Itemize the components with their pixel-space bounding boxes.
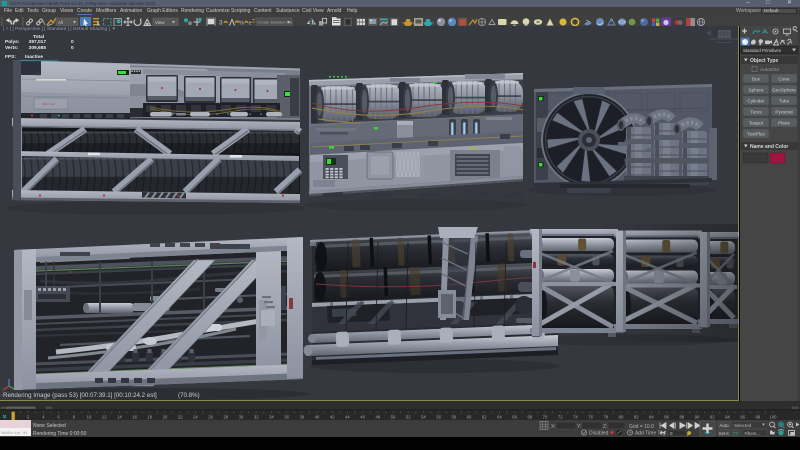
svg-text:92: 92 bbox=[710, 415, 715, 420]
svg-text:56: 56 bbox=[436, 415, 441, 420]
svg-text:88: 88 bbox=[679, 415, 684, 420]
svg-text:28: 28 bbox=[223, 415, 228, 420]
svg-text:50: 50 bbox=[391, 415, 396, 420]
svg-text:TextPlus: TextPlus bbox=[747, 132, 765, 137]
svg-text:62: 62 bbox=[482, 415, 487, 420]
svg-text:34: 34 bbox=[269, 415, 274, 420]
svg-text:74: 74 bbox=[573, 415, 578, 420]
svg-text:90: 90 bbox=[695, 415, 700, 420]
svg-text:MAXScript Mi: MAXScript Mi bbox=[2, 431, 28, 436]
svg-text:52: 52 bbox=[406, 415, 411, 420]
svg-text:Object Type: Object Type bbox=[750, 58, 778, 64]
svg-text:36: 36 bbox=[284, 415, 289, 420]
svg-text:20: 20 bbox=[163, 415, 168, 420]
svg-text:32: 32 bbox=[254, 415, 259, 420]
svg-text:AutoGrid: AutoGrid bbox=[760, 67, 779, 73]
svg-text:38: 38 bbox=[299, 415, 304, 420]
svg-text:View: View bbox=[155, 20, 165, 25]
svg-text:16: 16 bbox=[132, 415, 137, 420]
svg-text:Disabled: Disabled bbox=[589, 431, 609, 437]
svg-text:Cylinder: Cylinder bbox=[747, 99, 765, 104]
svg-text:Z:: Z: bbox=[603, 424, 607, 430]
svg-text:66: 66 bbox=[512, 415, 517, 420]
svg-text:TT: TT bbox=[733, 431, 739, 436]
svg-text:22: 22 bbox=[178, 415, 183, 420]
svg-text:X:: X: bbox=[551, 424, 556, 430]
svg-text:Selected: Selected bbox=[734, 423, 752, 428]
svg-text:26: 26 bbox=[208, 415, 213, 420]
svg-text:54: 54 bbox=[421, 415, 426, 420]
svg-text:Sphere: Sphere bbox=[748, 88, 764, 93]
svg-text:14: 14 bbox=[117, 415, 122, 420]
svg-text:80: 80 bbox=[619, 415, 624, 420]
svg-text:Standard Primitives: Standard Primitives bbox=[743, 48, 782, 53]
svg-text:Teapot: Teapot bbox=[749, 121, 764, 126]
svg-text:68: 68 bbox=[527, 415, 532, 420]
svg-text:GeoSphere: GeoSphere bbox=[772, 88, 796, 93]
svg-text:Tube: Tube bbox=[779, 99, 790, 104]
svg-text:100: 100 bbox=[770, 415, 778, 420]
svg-text:42: 42 bbox=[330, 415, 335, 420]
svg-text:30: 30 bbox=[239, 415, 244, 420]
svg-text:Name and Color: Name and Color bbox=[750, 144, 788, 150]
svg-text:RESCUE: RESCUE bbox=[42, 102, 55, 106]
svg-text:60: 60 bbox=[467, 415, 472, 420]
svg-text:64: 64 bbox=[497, 415, 502, 420]
svg-text:Pyramid: Pyramid bbox=[775, 110, 793, 115]
svg-text:40: 40 bbox=[315, 415, 320, 420]
svg-text:Set K: Set K bbox=[719, 431, 729, 436]
svg-text:46: 46 bbox=[360, 415, 365, 420]
svg-text:82: 82 bbox=[634, 415, 639, 420]
svg-text:FXR: FXR bbox=[34, 73, 41, 77]
svg-text:24: 24 bbox=[193, 415, 198, 420]
svg-text:Plane: Plane bbox=[778, 121, 790, 126]
svg-text:Y:: Y: bbox=[577, 424, 581, 430]
svg-text:96: 96 bbox=[740, 415, 745, 420]
svg-text:84: 84 bbox=[649, 415, 654, 420]
svg-text:72: 72 bbox=[558, 415, 563, 420]
svg-text:76: 76 bbox=[588, 415, 593, 420]
svg-text:98: 98 bbox=[755, 415, 760, 420]
svg-text:58: 58 bbox=[451, 415, 456, 420]
svg-text:86: 86 bbox=[664, 415, 669, 420]
svg-text:18: 18 bbox=[147, 415, 152, 420]
svg-text:70: 70 bbox=[543, 415, 548, 420]
svg-text:Filters...: Filters... bbox=[745, 431, 761, 436]
svg-text:Cone: Cone bbox=[778, 77, 790, 82]
svg-text:12: 12 bbox=[102, 415, 107, 420]
svg-text:78: 78 bbox=[603, 415, 608, 420]
svg-text:None Selected: None Selected bbox=[33, 423, 66, 429]
svg-text:Auto: Auto bbox=[720, 423, 730, 428]
svg-text:All: All bbox=[58, 20, 63, 25]
svg-text:94: 94 bbox=[725, 415, 730, 420]
svg-text:Box: Box bbox=[752, 77, 761, 82]
svg-text:44: 44 bbox=[345, 415, 350, 420]
svg-text:48: 48 bbox=[375, 415, 380, 420]
svg-text:10: 10 bbox=[87, 415, 92, 420]
svg-text:Grid = 10.0: Grid = 10.0 bbox=[629, 424, 654, 430]
svg-text:Torus: Torus bbox=[750, 110, 762, 115]
